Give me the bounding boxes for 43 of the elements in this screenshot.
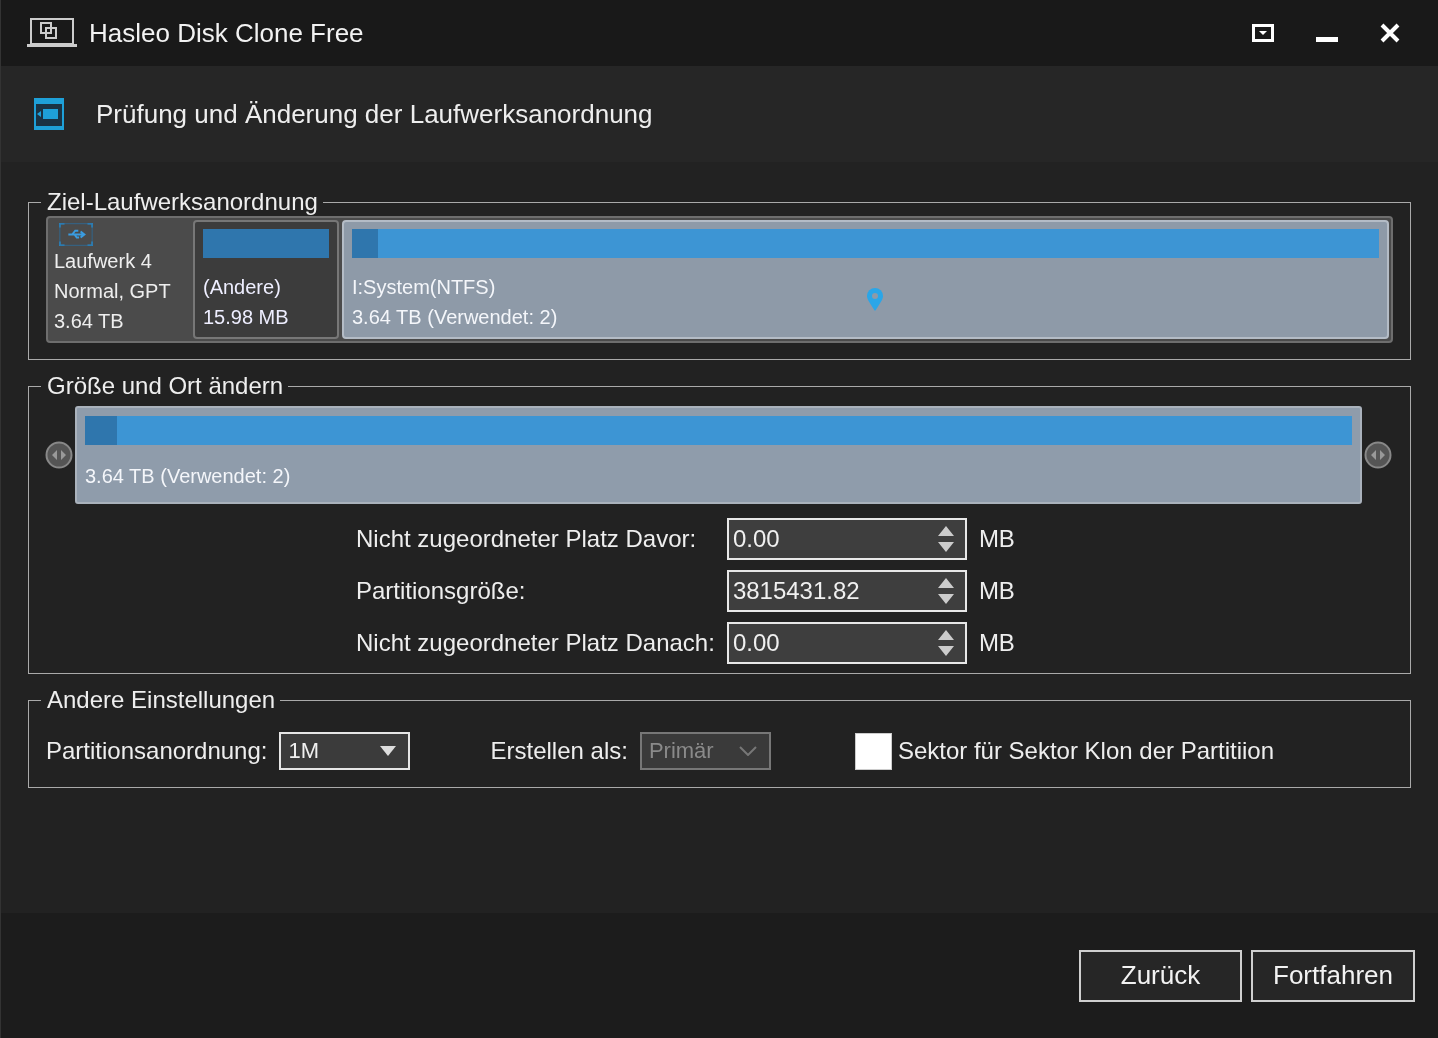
partition-label: (Andere) — [203, 275, 281, 300]
unit-label: MB — [978, 629, 1015, 657]
resize-handle-icon[interactable] — [45, 441, 73, 469]
nav-button[interactable]: Fortfahren — [1251, 949, 1415, 1002]
field-label: Nicht zugeordneter Platz Danach: — [356, 629, 715, 657]
number-field[interactable]: 0.00 — [726, 518, 967, 560]
group-title: Andere Einstellungen — [46, 686, 277, 714]
number-field[interactable]: 0.00 — [726, 622, 967, 664]
field-label: Nicht zugeordneter Platz Davor: — [356, 525, 698, 553]
field-label: Partitionsanordnung: — [46, 737, 268, 765]
unit-label: MB — [978, 577, 1015, 605]
disk-type: Normal, GPT — [54, 279, 172, 304]
checkbox[interactable] — [854, 732, 892, 770]
minimize-icon[interactable] — [1316, 37, 1338, 43]
number-field[interactable]: 3815431.82 — [726, 570, 967, 612]
unit-label: MB — [978, 525, 1015, 553]
spin-arrows-icon[interactable] — [936, 628, 955, 658]
spin-arrows-icon[interactable] — [936, 524, 955, 554]
collapse-icon[interactable] — [1252, 24, 1274, 42]
field-label: Partitionsgröße: — [356, 577, 527, 605]
monitor-icon — [27, 18, 77, 48]
disk-size: 3.64 TB — [54, 309, 125, 334]
disk-name: Laufwerk 4 — [54, 249, 153, 274]
chevron-icon — [738, 746, 757, 756]
pin-icon — [865, 288, 884, 312]
dropdown[interactable]: 1M — [279, 732, 411, 770]
partition-size: 3.64 TB (Verwendet: 2) — [352, 305, 558, 330]
drive-icon — [34, 98, 64, 130]
partition-size: 3.64 TB (Verwendet: 2) — [85, 464, 291, 489]
group-title: Ziel-Laufwerksanordnung — [46, 188, 319, 216]
resize-handle-icon[interactable] — [1364, 441, 1392, 469]
close-icon[interactable] — [1380, 23, 1400, 43]
nav-button[interactable]: Zurück — [1079, 949, 1242, 1002]
page-title: Prüfung und Änderung der Laufwerksanordnung — [96, 98, 653, 130]
group-title: Größe und Ort ändern — [46, 372, 285, 400]
spin-arrows-icon[interactable] — [936, 576, 955, 606]
field-label: Erstellen als: — [490, 737, 628, 765]
partition-size: 15.98 MB — [203, 305, 289, 330]
partition-label: I:System(NTFS) — [352, 275, 496, 300]
checkbox-label: Sektor für Sektor Klon der Partitiion — [897, 737, 1275, 765]
partition-block[interactable]: (Andere) 15.98 MB — [193, 220, 339, 339]
window-title: Hasleo Disk Clone Free — [89, 17, 364, 49]
caret-icon — [380, 746, 397, 756]
